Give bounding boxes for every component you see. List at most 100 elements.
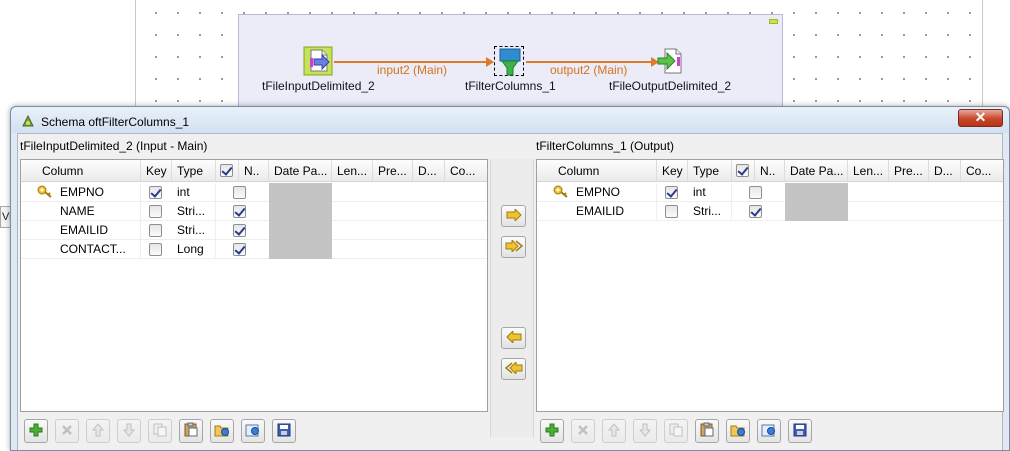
date-pattern-cell — [269, 202, 332, 221]
copy-selected-right-button[interactable] — [501, 205, 526, 227]
table-row[interactable]: NAME Stri... — [21, 202, 487, 221]
nullable-checkbox[interactable] — [233, 186, 246, 199]
subjob-collapse-handle[interactable] — [769, 19, 778, 24]
move-down-button[interactable] — [117, 419, 141, 443]
table-row[interactable]: EMPNO int — [537, 183, 1003, 202]
nullable-select-all[interactable] — [732, 160, 755, 182]
save-icon — [793, 423, 807, 440]
comment-header[interactable]: Co... — [961, 160, 1003, 182]
nullable-checkbox[interactable] — [233, 205, 246, 218]
nullable-select-all[interactable] — [216, 160, 239, 182]
key-checkbox[interactable] — [149, 224, 162, 237]
export-button[interactable] — [757, 419, 781, 443]
key-checkbox[interactable] — [149, 205, 162, 218]
nullable-checkbox[interactable] — [749, 205, 762, 218]
column-name-cell[interactable]: CONTACT... — [55, 240, 141, 259]
nullable-checkbox[interactable] — [233, 224, 246, 237]
move-up-button[interactable] — [86, 419, 110, 443]
type-header[interactable]: Type — [688, 160, 732, 182]
import-button[interactable] — [726, 419, 750, 443]
copy-all-left-button[interactable] — [501, 358, 526, 380]
nullable-header[interactable]: N.. — [755, 160, 785, 182]
type-cell[interactable]: int — [688, 183, 732, 202]
type-cell[interactable]: int — [172, 183, 216, 202]
date-pattern-cell — [785, 202, 848, 221]
dialog-titlebar[interactable]: Schema oftFilterColumns_1 ✕ — [11, 107, 1009, 133]
input-schema-table[interactable]: Column Key Type N.. Date Pa... Len... Pr… — [20, 159, 488, 412]
key-header[interactable]: Key — [657, 160, 688, 182]
filter-columns-icon[interactable] — [494, 46, 524, 76]
link-label-output[interactable]: output2 (Main) — [550, 63, 627, 77]
component-label-input[interactable]: tFileInputDelimited_2 — [262, 79, 375, 93]
key-checkbox[interactable] — [665, 205, 678, 218]
remove-button[interactable] — [571, 419, 595, 443]
table-row[interactable]: EMAILID Stri... — [537, 202, 1003, 221]
link-label-input[interactable]: input2 (Main) — [377, 63, 447, 77]
save-button[interactable] — [272, 419, 296, 443]
paste-button[interactable] — [695, 419, 719, 443]
move-up-button[interactable] — [602, 419, 626, 443]
move-down-icon — [122, 423, 136, 440]
key-header[interactable]: Key — [141, 160, 172, 182]
export-icon — [761, 422, 777, 440]
table-header: Column Key Type N.. Date Pa... Len... Pr… — [537, 160, 1003, 182]
dialog-content: tFileInputDelimited_2 (Input - Main) Col… — [17, 133, 1004, 450]
table-row[interactable]: EMAILID Stri... — [21, 221, 487, 240]
column-name-cell[interactable]: EMPNO — [571, 183, 657, 202]
date-pattern-header[interactable]: Date Pa... — [785, 160, 848, 182]
copy-button[interactable] — [148, 419, 172, 443]
output-schema-table[interactable]: Column Key Type N.. Date Pa... Len... Pr… — [536, 159, 1004, 412]
copy-selected-left-button[interactable] — [501, 327, 526, 349]
job-designer-canvas[interactable]: tFileInputDelimited_2 input2 (Main) tFil… — [137, 0, 982, 110]
length-header[interactable]: Len... — [848, 160, 889, 182]
close-button[interactable]: ✕ — [958, 109, 1003, 127]
copy-all-right-button[interactable] — [501, 236, 526, 258]
length-header[interactable]: Len... — [332, 160, 373, 182]
type-cell[interactable]: Stri... — [172, 202, 216, 221]
nullable-checkbox[interactable] — [749, 186, 762, 199]
add-button[interactable] — [540, 419, 564, 443]
type-cell[interactable]: Stri... — [172, 221, 216, 240]
component-label-filter[interactable]: tFilterColumns_1 — [465, 79, 556, 93]
file-output-icon[interactable] — [657, 46, 687, 76]
file-input-icon[interactable] — [303, 46, 333, 76]
default-header[interactable]: D... — [413, 160, 445, 182]
type-cell[interactable]: Long — [172, 240, 216, 259]
type-cell[interactable]: Stri... — [688, 202, 732, 221]
table-row[interactable]: EMPNO int — [21, 183, 487, 202]
key-icon — [37, 185, 53, 202]
nullable-header-checkbox[interactable] — [736, 164, 749, 177]
column-name-cell[interactable]: EMPNO — [55, 183, 141, 202]
import-icon — [214, 422, 230, 440]
paste-button[interactable] — [179, 419, 203, 443]
move-down-button[interactable] — [633, 419, 657, 443]
column-name-cell[interactable]: EMAILID — [55, 221, 141, 240]
nullable-header[interactable]: N.. — [239, 160, 269, 182]
copy-icon — [669, 423, 683, 440]
key-checkbox[interactable] — [149, 186, 162, 199]
column-name-cell[interactable]: EMAILID — [571, 202, 657, 221]
precision-header[interactable]: Pre... — [889, 160, 929, 182]
add-button[interactable] — [24, 419, 48, 443]
save-button[interactable] — [788, 419, 812, 443]
comment-header[interactable]: Co... — [445, 160, 487, 182]
copy-button[interactable] — [664, 419, 688, 443]
precision-header[interactable]: Pre... — [373, 160, 413, 182]
column-header[interactable]: Column — [37, 160, 141, 182]
type-header[interactable]: Type — [172, 160, 216, 182]
default-header[interactable]: D... — [929, 160, 961, 182]
nullable-checkbox[interactable] — [233, 243, 246, 256]
import-button[interactable] — [210, 419, 234, 443]
key-checkbox[interactable] — [665, 186, 678, 199]
component-label-output[interactable]: tFileOutputDelimited_2 — [609, 79, 731, 93]
nullable-header-checkbox[interactable] — [220, 164, 233, 177]
add-icon — [545, 423, 559, 440]
date-pattern-header[interactable]: Date Pa... — [269, 160, 332, 182]
copy-icon — [153, 423, 167, 440]
export-button[interactable] — [241, 419, 265, 443]
remove-button[interactable] — [55, 419, 79, 443]
column-header[interactable]: Column — [553, 160, 657, 182]
column-name-cell[interactable]: NAME — [55, 202, 141, 221]
key-checkbox[interactable] — [149, 243, 162, 256]
table-row[interactable]: CONTACT... Long — [21, 240, 487, 259]
